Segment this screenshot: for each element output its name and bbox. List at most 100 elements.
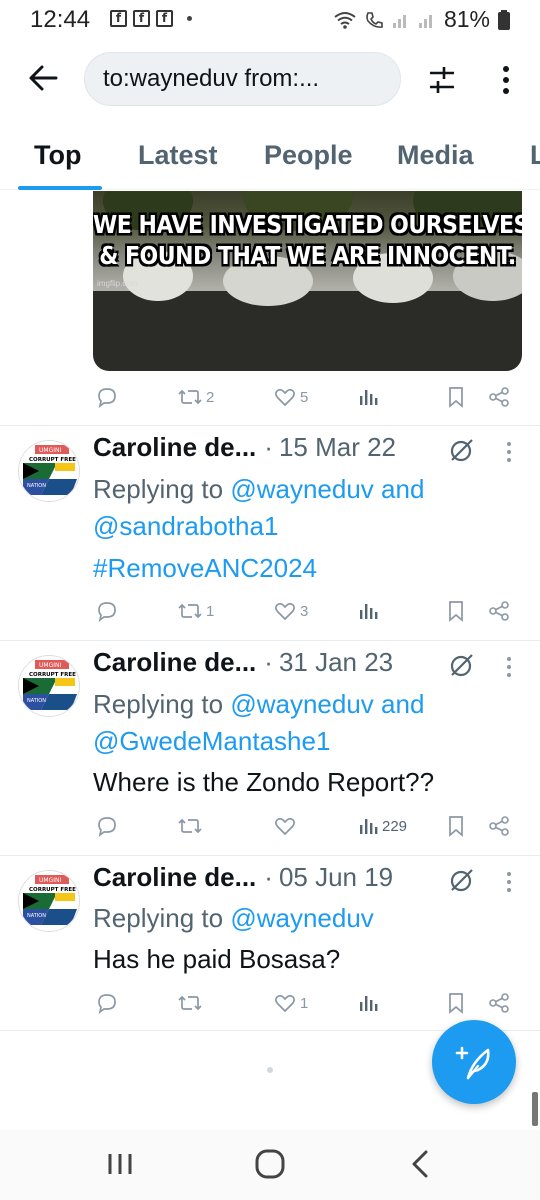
tweet-body: Has he paid Bosasa? bbox=[93, 944, 341, 974]
more-notifications-dot bbox=[187, 16, 192, 21]
reply-icon bbox=[98, 994, 116, 1015]
share-button[interactable] bbox=[487, 598, 511, 624]
retweet-button[interactable]: 2 bbox=[177, 384, 214, 410]
like-button[interactable]: 1 bbox=[273, 990, 308, 1016]
search-input[interactable]: to:wayneduv from:... bbox=[84, 52, 401, 106]
mention-link[interactable]: @wayneduv bbox=[230, 689, 373, 719]
tweet-media-image[interactable]: WE HAVE INVESTIGATED OURSELVES & FOUND T… bbox=[93, 191, 522, 371]
share-button[interactable] bbox=[487, 384, 511, 410]
tweet-date[interactable]: 15 Mar 22 bbox=[279, 432, 396, 463]
wifi-icon bbox=[334, 11, 356, 29]
views-icon bbox=[360, 996, 378, 1011]
avatar-text-mid: CORRUPT FREE bbox=[29, 457, 76, 463]
tweet-date[interactable]: 05 Jun 19 bbox=[279, 862, 393, 893]
tab-lists[interactable]: L bbox=[530, 140, 540, 171]
like-button[interactable]: 5 bbox=[273, 384, 308, 410]
reply-button[interactable] bbox=[95, 384, 119, 410]
reply-button[interactable] bbox=[95, 990, 119, 1016]
avatar[interactable]: UMGINI CORRUPT FREE NATION bbox=[18, 870, 80, 932]
home-button[interactable] bbox=[250, 1144, 290, 1184]
like-button[interactable]: 3 bbox=[273, 598, 308, 624]
scrollbar-thumb[interactable] bbox=[532, 1092, 538, 1126]
tab-top[interactable]: Top bbox=[34, 140, 81, 171]
signal-icon-2 bbox=[418, 14, 432, 28]
reply-and[interactable]: and bbox=[381, 689, 424, 719]
bookmark-button[interactable] bbox=[445, 384, 467, 410]
mention-link[interactable]: @GwedeMantashe1 bbox=[93, 726, 330, 757]
tweet-more-button[interactable] bbox=[502, 653, 516, 681]
avatar-text-top: UMGINI bbox=[39, 447, 61, 454]
hashtag-link[interactable]: #RemoveANC2024 bbox=[93, 553, 317, 584]
tab-people[interactable]: People bbox=[264, 140, 353, 171]
bookmark-icon bbox=[449, 816, 463, 837]
tab-media[interactable]: Media bbox=[397, 140, 474, 171]
separator: · bbox=[264, 862, 273, 892]
back-nav-button[interactable] bbox=[400, 1144, 440, 1184]
share-button[interactable] bbox=[487, 990, 511, 1016]
reply-button[interactable] bbox=[95, 598, 119, 624]
avatar[interactable]: UMGINI CORRUPT FREE NATION bbox=[18, 655, 80, 717]
mention-link[interactable]: @wayneduv bbox=[230, 474, 373, 504]
views-button[interactable] bbox=[357, 384, 379, 410]
signal-icon bbox=[392, 14, 406, 28]
notification-icons: f f f bbox=[110, 10, 192, 27]
retweet-button[interactable] bbox=[177, 813, 206, 839]
tweet-more-button[interactable] bbox=[502, 868, 516, 896]
media-watermark: imgflip.com bbox=[97, 279, 138, 288]
retweet-icon bbox=[178, 603, 202, 619]
separator: · bbox=[264, 432, 273, 462]
heart-icon bbox=[275, 817, 295, 836]
share-icon bbox=[489, 816, 509, 836]
muted-icon bbox=[447, 867, 475, 895]
views-button[interactable] bbox=[357, 598, 379, 624]
retweet-button[interactable]: 1 bbox=[177, 598, 214, 624]
retweet-icon bbox=[178, 995, 202, 1011]
tweet-date[interactable]: 31 Jan 23 bbox=[279, 647, 393, 678]
share-icon bbox=[489, 387, 509, 407]
tweet-actions: 1 bbox=[93, 990, 517, 1020]
bookmark-button[interactable] bbox=[445, 598, 467, 624]
reply-button[interactable] bbox=[95, 813, 119, 839]
call-icon bbox=[366, 11, 383, 28]
bookmark-button[interactable] bbox=[445, 990, 467, 1016]
bookmark-icon bbox=[449, 387, 463, 408]
avatar-text-mid: CORRUPT FREE bbox=[29, 672, 76, 678]
retweet-button[interactable] bbox=[177, 990, 206, 1016]
bookmark-icon bbox=[449, 993, 463, 1014]
mention-link[interactable]: @wayneduv bbox=[230, 903, 373, 933]
heart-icon bbox=[275, 388, 295, 407]
battery-icon bbox=[498, 9, 510, 30]
avatar-text-nation: NATION bbox=[27, 483, 46, 489]
media-caption-line-1: WE HAVE INVESTIGATED OURSELVES bbox=[93, 211, 522, 240]
status-time: 12:44 bbox=[30, 6, 91, 33]
avatar[interactable]: UMGINI CORRUPT FREE NATION bbox=[18, 440, 80, 502]
back-button[interactable] bbox=[26, 58, 62, 98]
mention-link[interactable]: @sandrabotha1 bbox=[93, 511, 278, 542]
reply-and[interactable]: and bbox=[381, 474, 424, 504]
muted-icon bbox=[447, 652, 475, 680]
views-button[interactable]: 229 bbox=[357, 813, 407, 839]
share-icon bbox=[489, 993, 509, 1013]
tab-latest[interactable]: Latest bbox=[138, 140, 218, 171]
author-name[interactable]: Caroline de... bbox=[93, 432, 256, 463]
author-name[interactable]: Caroline de... bbox=[93, 647, 256, 678]
tweet-actions: 1 3 bbox=[93, 598, 517, 628]
reply-context: Replying to @wayneduv bbox=[93, 903, 374, 934]
filter-button[interactable] bbox=[424, 62, 460, 98]
search-query: to:wayneduv from:... bbox=[103, 65, 320, 92]
views-icon bbox=[360, 819, 378, 834]
views-button[interactable] bbox=[357, 990, 379, 1016]
recent-apps-button[interactable] bbox=[100, 1144, 140, 1184]
author-name[interactable]: Caroline de... bbox=[93, 862, 256, 893]
avatar-image: UMGINI CORRUPT FREE NATION bbox=[19, 871, 79, 931]
loading-indicator bbox=[267, 1067, 273, 1073]
reply-icon bbox=[98, 817, 116, 838]
avatar-image: UMGINI CORRUPT FREE NATION bbox=[19, 656, 79, 716]
share-button[interactable] bbox=[487, 813, 511, 839]
tweet-more-button[interactable] bbox=[502, 438, 516, 466]
compose-tweet-button[interactable] bbox=[432, 1020, 516, 1104]
like-button[interactable] bbox=[273, 813, 300, 839]
like-count: 5 bbox=[300, 388, 309, 406]
more-options-button[interactable] bbox=[496, 62, 516, 98]
bookmark-button[interactable] bbox=[445, 813, 467, 839]
